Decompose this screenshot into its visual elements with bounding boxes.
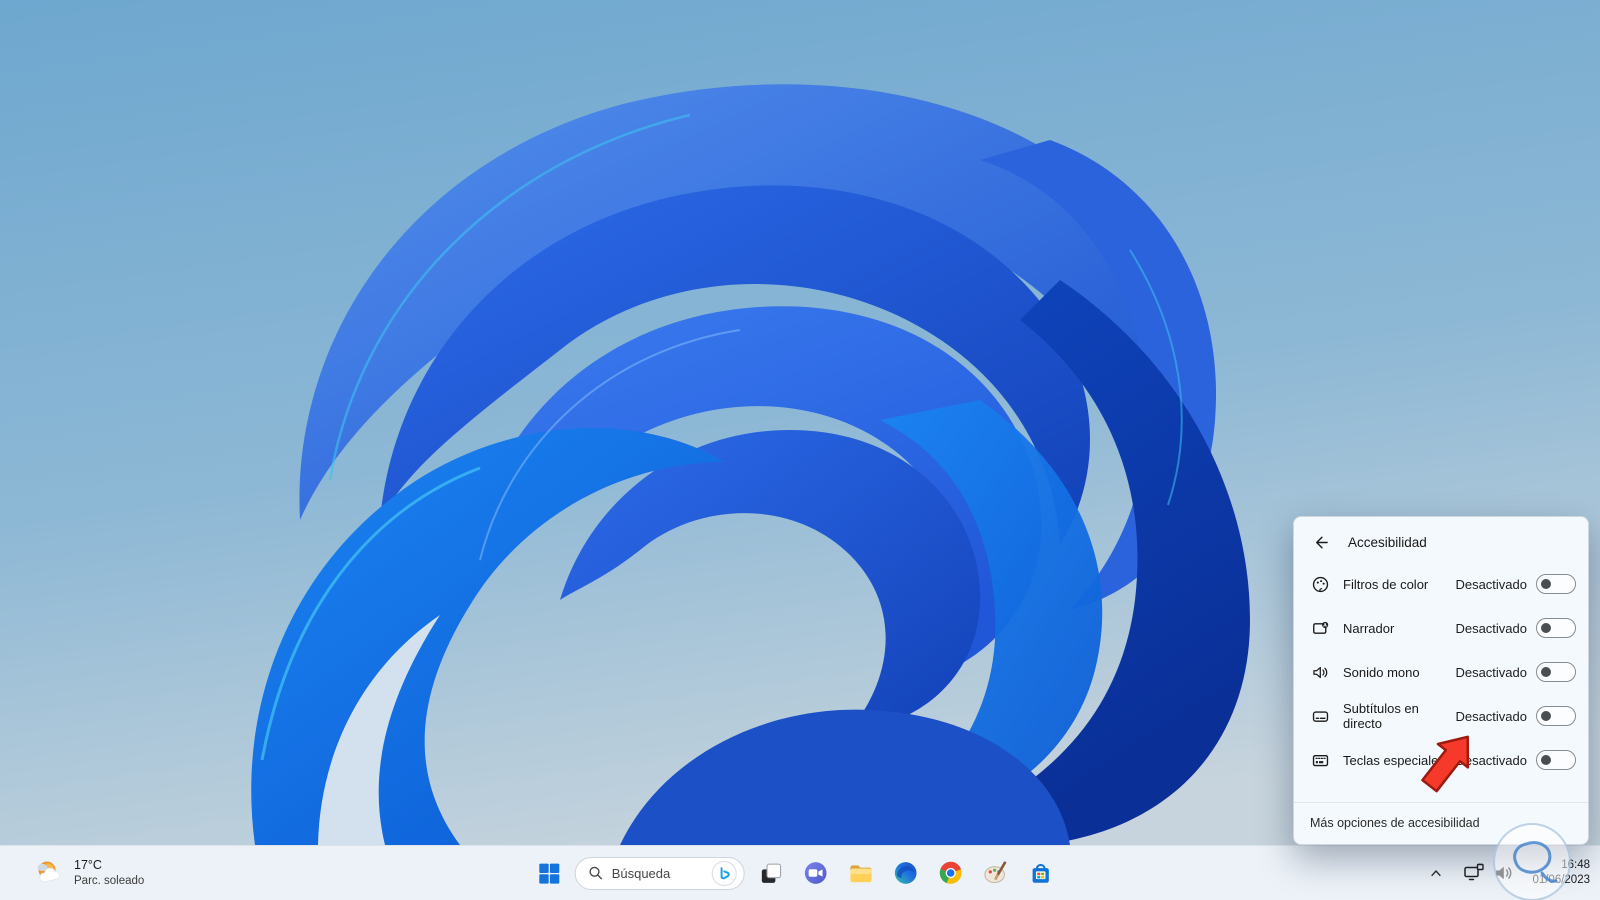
weather-icon (37, 861, 60, 883)
task-view-button[interactable] (752, 853, 790, 893)
taskbar: 17°C Parc. soleado Búsqueda 16:48 01/06/… (0, 845, 1600, 900)
row-status: Desactivado (1455, 576, 1527, 592)
chat-button[interactable] (797, 853, 835, 893)
row-label: Filtros de color (1343, 576, 1429, 592)
row-narrator: Narrador Desactivado (1310, 606, 1576, 650)
toggle-knob (1541, 623, 1551, 633)
volume-icon (1496, 866, 1512, 880)
clock-button[interactable]: 16:48 01/06/2023 (1528, 858, 1594, 888)
edge-icon (894, 862, 917, 884)
file-explorer-icon (850, 865, 872, 883)
network-volume-button[interactable] (1454, 854, 1524, 892)
row-color-filters: Filtros de color Desactivado (1310, 562, 1576, 606)
row-label: Sonido mono (1343, 664, 1420, 680)
mono-audio-icon (1310, 662, 1330, 682)
task-view-icon (761, 863, 781, 883)
sticky-keys-toggle[interactable] (1536, 750, 1576, 770)
chat-icon (804, 862, 827, 884)
microsoft-store-button[interactable] (1022, 853, 1060, 893)
weather-widget[interactable]: 17°C Parc. soleado (34, 858, 144, 888)
live-captions-icon (1310, 706, 1330, 726)
color-filters-toggle[interactable] (1536, 574, 1576, 594)
system-tray: 16:48 01/06/2023 (1422, 846, 1594, 900)
windows-logo-icon (538, 863, 559, 884)
search-icon (589, 866, 602, 880)
annotation-arrow (1421, 735, 1470, 793)
back-arrow-icon (1315, 536, 1328, 548)
toggle-knob (1541, 755, 1551, 765)
tray-time: 16:48 (1561, 859, 1590, 872)
mono-audio-toggle[interactable] (1536, 662, 1576, 682)
weather-condition: Parc. soleado (74, 874, 145, 887)
narrator-toggle[interactable] (1536, 618, 1576, 638)
back-button[interactable] (1310, 532, 1330, 552)
file-explorer-button[interactable] (842, 853, 880, 893)
weather-temperature: 17°C (74, 858, 102, 872)
tray-chevron-button[interactable] (1422, 855, 1450, 891)
taskbar-center (530, 846, 1060, 900)
bing-icon[interactable] (711, 860, 737, 886)
chrome-button[interactable] (932, 853, 970, 893)
row-mono-audio: Sonido mono Desactivado (1310, 650, 1576, 694)
row-status: Desactivado (1455, 664, 1527, 680)
row-label: Narrador (1343, 620, 1395, 636)
row-status: Desactivado (1455, 620, 1527, 636)
network-icon (1464, 863, 1485, 881)
flyout-header: Accesibilidad (1294, 517, 1588, 556)
toggle-knob (1541, 579, 1551, 589)
chrome-icon (939, 861, 962, 884)
edge-button[interactable] (887, 853, 925, 893)
search-input[interactable] (611, 865, 704, 881)
chevron-up-icon (1431, 870, 1442, 877)
toggle-knob (1541, 667, 1551, 677)
microsoft-store-icon (1032, 864, 1049, 883)
search-box[interactable] (574, 856, 745, 890)
toggle-knob (1541, 711, 1551, 721)
start-button[interactable] (530, 853, 568, 893)
paint-button[interactable] (977, 853, 1015, 893)
live-captions-toggle[interactable] (1536, 706, 1576, 726)
weather-texts: 17°C Parc. soleado (74, 858, 144, 888)
paint-icon (984, 861, 1007, 884)
more-accessibility-options-link[interactable]: Más opciones de accesibilidad (1310, 816, 1480, 830)
flyout-title: Accesibilidad (1348, 534, 1427, 550)
tray-date: 01/06/2023 (1532, 874, 1590, 886)
color-filters-icon (1310, 574, 1330, 594)
desktop-screen: Accesibilidad Filtros de color Desactiva… (0, 0, 1600, 900)
narrator-icon (1310, 618, 1330, 638)
sticky-keys-icon (1310, 750, 1330, 770)
